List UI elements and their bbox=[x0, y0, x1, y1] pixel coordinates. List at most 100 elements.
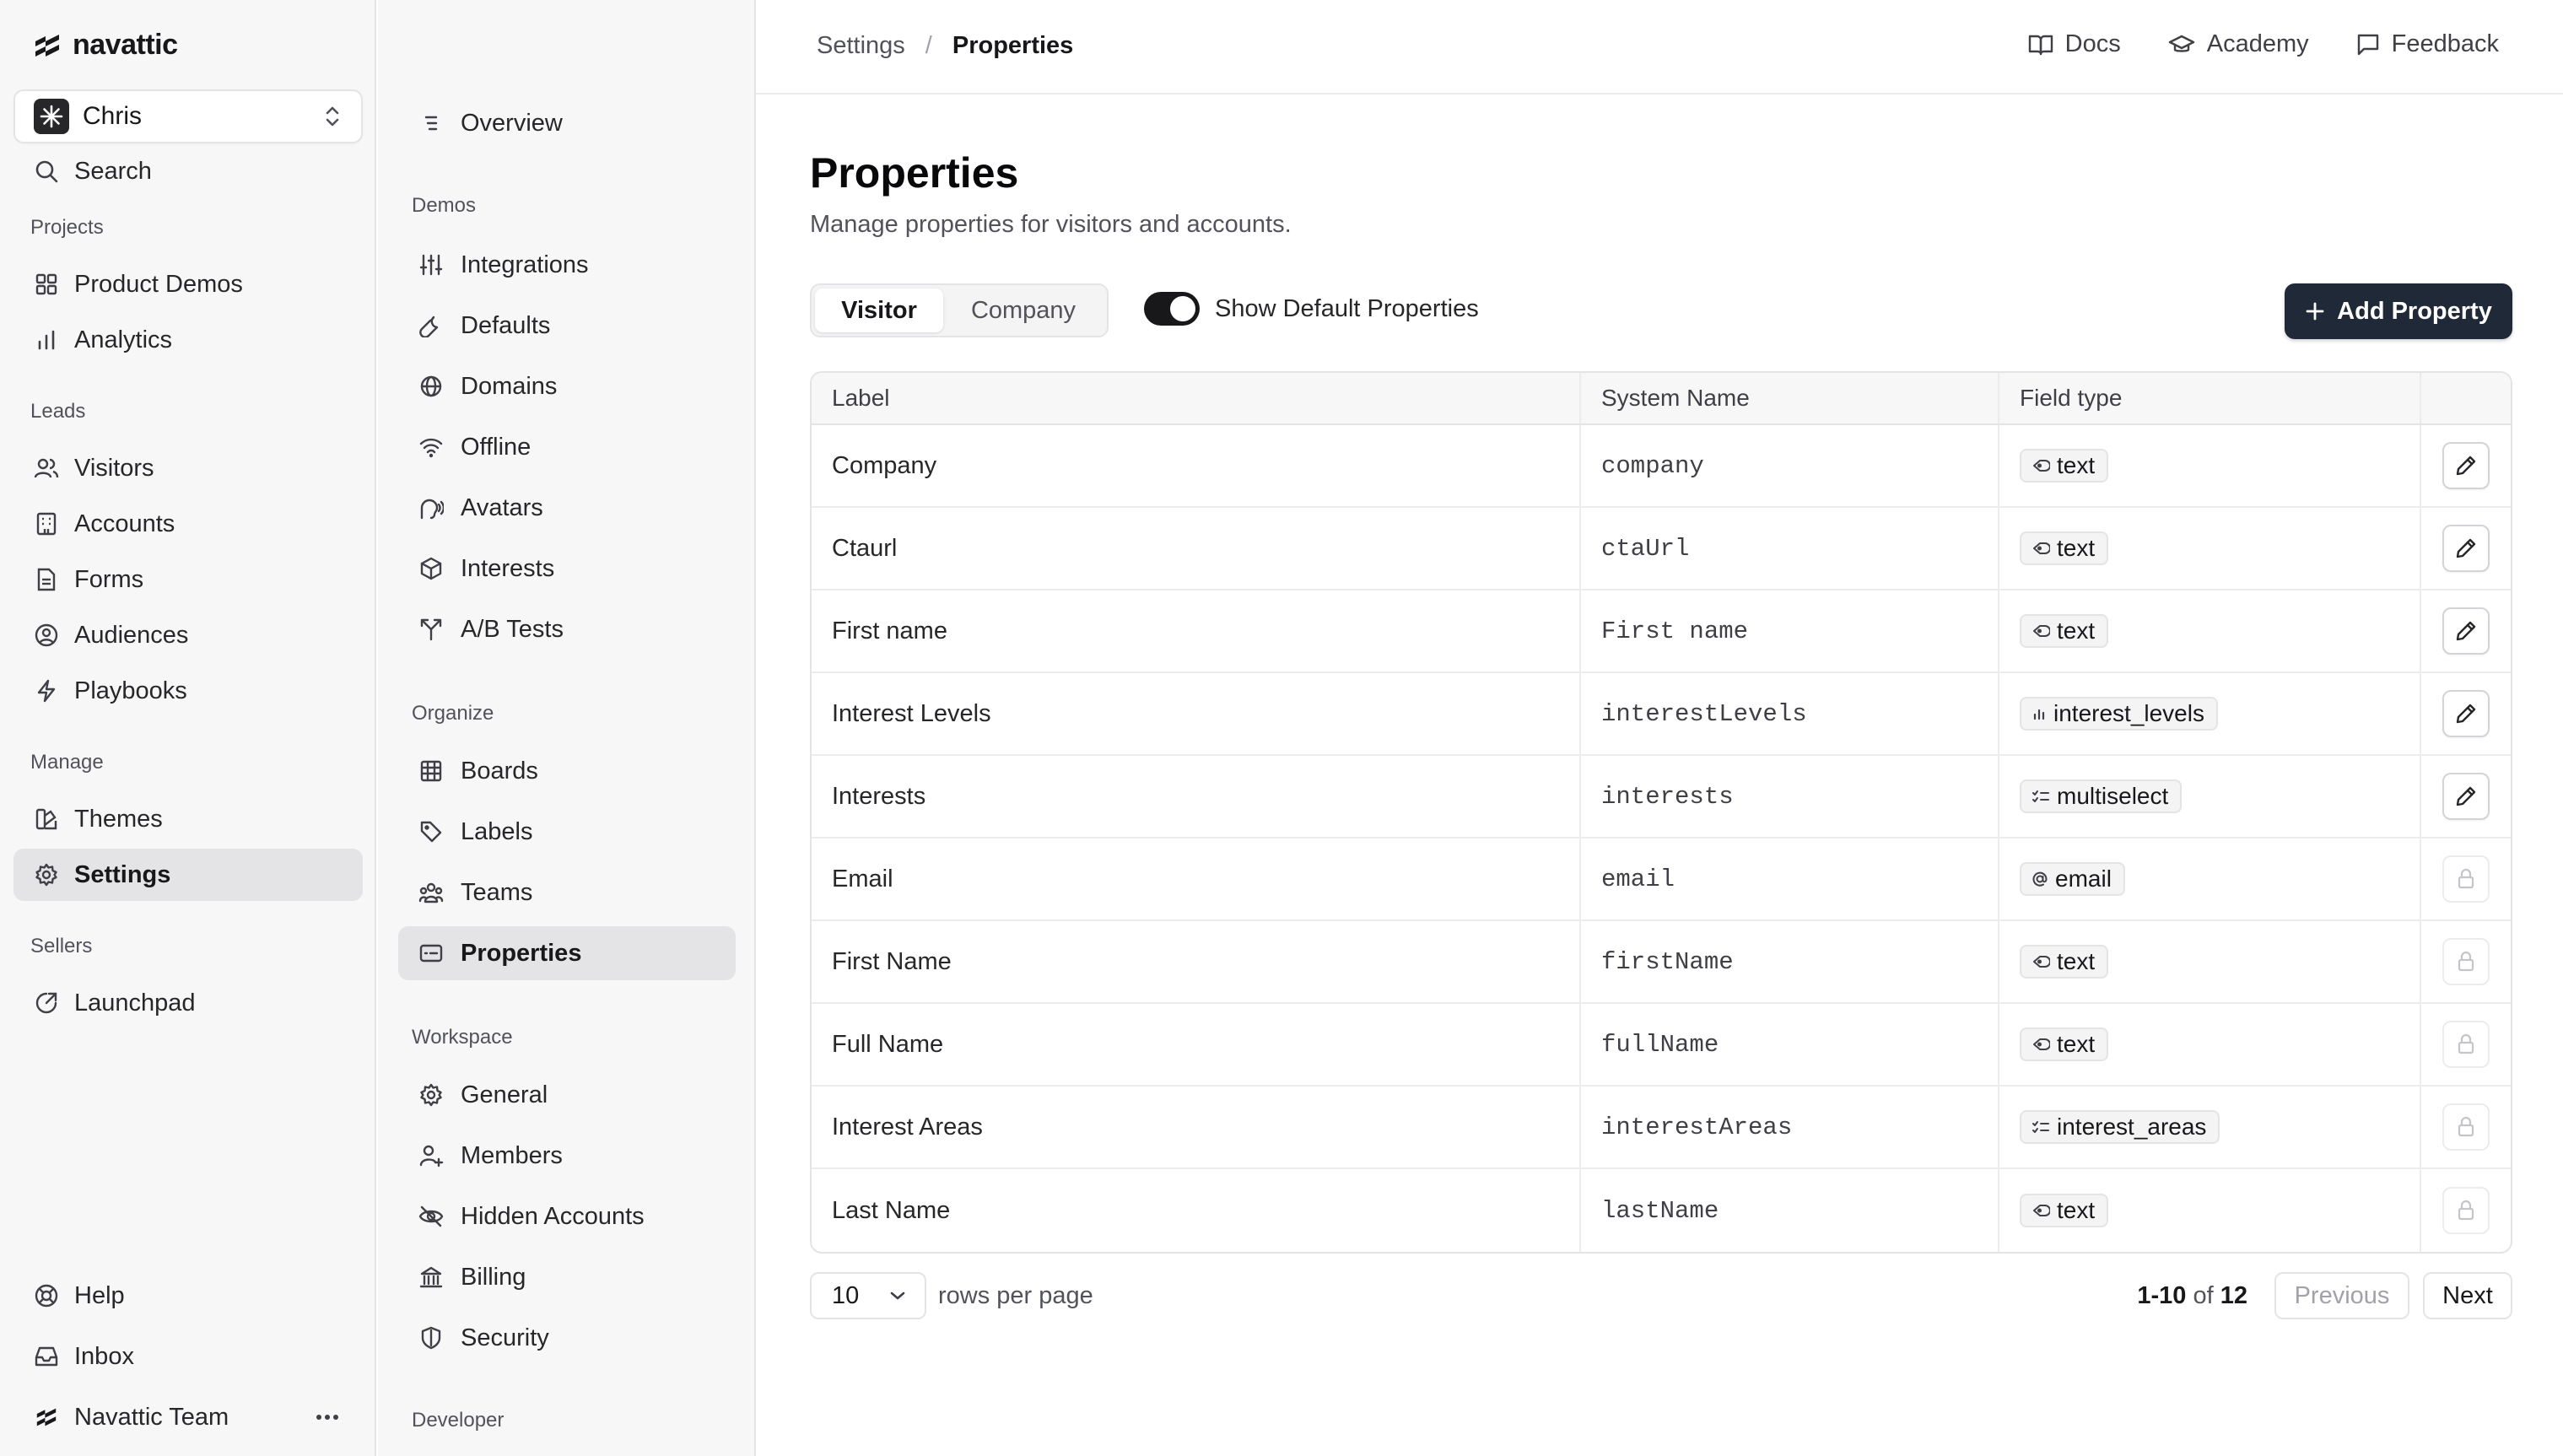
field-type-text: multiselect bbox=[2057, 783, 2169, 809]
navattic-team-icon bbox=[34, 1405, 59, 1430]
logo[interactable]: navattic bbox=[34, 29, 178, 62]
user-name: Chris bbox=[83, 102, 143, 130]
rows-per-page-label: rows per page bbox=[938, 1281, 1093, 1309]
table-grid-icon bbox=[418, 758, 444, 784]
top-links: Docs Academy Feedback bbox=[2028, 30, 2499, 58]
sidebar-item-team[interactable]: Navattic Team bbox=[13, 1392, 363, 1443]
sidebar-item-visitors[interactable]: Visitors bbox=[13, 442, 363, 494]
field-type-text: text bbox=[2057, 617, 2096, 644]
settings-item-label: Labels bbox=[461, 817, 533, 845]
sidebar-item-analytics[interactable]: Analytics bbox=[13, 314, 363, 366]
field-type-text: interest_areas bbox=[2057, 1114, 2207, 1140]
cell-actions bbox=[2421, 508, 2511, 589]
settings-item-teams[interactable]: Teams bbox=[398, 866, 736, 919]
settings-item-defaults[interactable]: Defaults bbox=[398, 299, 736, 353]
settings-item-label: Members bbox=[461, 1141, 563, 1169]
sidebar-item-forms[interactable]: Forms bbox=[13, 553, 363, 606]
cell-field-type: interest_levels bbox=[1999, 673, 2421, 754]
field-type-badge: email bbox=[2020, 862, 2125, 896]
cell-system-name: firstName bbox=[1581, 921, 1999, 1002]
cell-label: First Name bbox=[812, 921, 1581, 1002]
settings-item-security[interactable]: Security bbox=[398, 1311, 736, 1365]
table-row: Interest Areas interestAreas interest_ar… bbox=[812, 1087, 2511, 1169]
cell-system-name: email bbox=[1581, 839, 1999, 919]
app-sidebar: navattic Chris Search Projects Product D… bbox=[0, 0, 376, 1456]
settings-item-domains[interactable]: Domains bbox=[398, 359, 736, 413]
settings-section-organize: Organize bbox=[412, 702, 494, 725]
edit-property-button[interactable] bbox=[2442, 525, 2490, 572]
show-default-properties-toggle[interactable] bbox=[1144, 292, 1200, 326]
tab-company[interactable]: Company bbox=[943, 289, 1103, 332]
settings-item-labels[interactable]: Labels bbox=[398, 805, 736, 859]
cell-system-name: interestLevels bbox=[1581, 673, 1999, 754]
column-header-actions bbox=[2421, 373, 2511, 423]
settings-item-billing[interactable]: Billing bbox=[398, 1250, 736, 1304]
add-property-button[interactable]: Add Property bbox=[2285, 283, 2512, 339]
settings-item-properties[interactable]: Properties bbox=[398, 926, 736, 980]
table-row: Full Name fullName text bbox=[812, 1004, 2511, 1087]
settings-item-integrations[interactable]: Integrations bbox=[398, 238, 736, 292]
table-row: Email email email bbox=[812, 839, 2511, 921]
pagination: 1-10 of 12 Previous Next bbox=[2137, 1272, 2512, 1319]
settings-section-demos: Demos bbox=[412, 194, 477, 217]
sidebar-item-search[interactable]: Search bbox=[13, 145, 363, 197]
edit-property-button[interactable] bbox=[2442, 773, 2490, 820]
tab-visitor[interactable]: Visitor bbox=[815, 289, 943, 332]
cell-label: Full Name bbox=[812, 1004, 1581, 1085]
feedback-label: Feedback bbox=[2391, 30, 2499, 57]
settings-item-overview[interactable]: Overview bbox=[398, 96, 736, 150]
system-name-text: First name bbox=[1601, 617, 1749, 645]
edit-property-button[interactable] bbox=[2442, 607, 2490, 655]
previous-button[interactable]: Previous bbox=[2274, 1272, 2409, 1319]
team-name: Navattic Team bbox=[74, 1403, 229, 1431]
edit-property-button[interactable] bbox=[2442, 690, 2490, 737]
page-subtitle: Manage properties for visitors and accou… bbox=[810, 211, 1292, 238]
settings-item-offline[interactable]: Offline bbox=[398, 420, 736, 474]
breadcrumb: Settings / Properties bbox=[817, 32, 1073, 60]
settings-item-avatars[interactable]: Avatars bbox=[398, 481, 736, 535]
feedback-link[interactable]: Feedback bbox=[2356, 30, 2499, 58]
next-button[interactable]: Next bbox=[2423, 1272, 2512, 1319]
sidebar-item-audiences[interactable]: Audiences bbox=[13, 609, 363, 661]
plus-icon bbox=[2305, 301, 2325, 321]
academy-link[interactable]: Academy bbox=[2168, 30, 2309, 58]
sidebar-item-launchpad[interactable]: Launchpad bbox=[13, 977, 363, 1029]
sidebar-item-help[interactable]: Help bbox=[13, 1270, 363, 1321]
table-row: First Name firstName text bbox=[812, 921, 2511, 1004]
bank-icon bbox=[418, 1265, 444, 1290]
lock-icon bbox=[2456, 868, 2476, 890]
settings-item-general[interactable]: General bbox=[398, 1068, 736, 1122]
settings-item-interests[interactable]: Interests bbox=[398, 542, 736, 596]
shield-icon bbox=[418, 1325, 444, 1351]
document-icon bbox=[34, 567, 59, 592]
field-type-text: text bbox=[2057, 948, 2096, 974]
breadcrumb-settings[interactable]: Settings bbox=[817, 32, 905, 60]
cell-label: Last Name bbox=[812, 1169, 1581, 1252]
bar-chart-icon bbox=[34, 327, 59, 353]
settings-item-boards[interactable]: Boards bbox=[398, 744, 736, 798]
more-horizontal-icon[interactable] bbox=[316, 1414, 339, 1421]
gear-icon bbox=[34, 862, 59, 887]
sidebar-item-playbooks[interactable]: Playbooks bbox=[13, 665, 363, 717]
sidebar-item-accounts[interactable]: Accounts bbox=[13, 498, 363, 550]
sidebar-item-inbox[interactable]: Inbox bbox=[13, 1331, 363, 1382]
settings-item-hidden-accounts[interactable]: Hidden Accounts bbox=[398, 1189, 736, 1243]
page-title: Properties bbox=[810, 149, 1019, 197]
system-name-text: ctaUrl bbox=[1601, 534, 1690, 563]
docs-link[interactable]: Docs bbox=[2028, 30, 2121, 58]
sidebar-item-product-demos[interactable]: Product Demos bbox=[13, 258, 363, 310]
field-type-text: text bbox=[2057, 1197, 2096, 1223]
table-row: Company company text bbox=[812, 425, 2511, 508]
edit-property-button[interactable] bbox=[2442, 442, 2490, 489]
pencil-icon bbox=[2455, 785, 2477, 807]
sidebar-item-themes[interactable]: Themes bbox=[13, 793, 363, 845]
rows-per-page-select[interactable]: 10 bbox=[810, 1272, 926, 1319]
field-type-badge: interest_levels bbox=[2020, 697, 2218, 731]
settings-item-a-b-tests[interactable]: A/B Tests bbox=[398, 602, 736, 656]
workspace-user-switcher[interactable]: Chris bbox=[13, 89, 363, 143]
sidebar-item-settings[interactable]: Settings bbox=[13, 849, 363, 901]
settings-section-developer: Developer bbox=[412, 1409, 505, 1432]
settings-item-members[interactable]: Members bbox=[398, 1129, 736, 1183]
column-header-label: Label bbox=[812, 373, 1581, 423]
field-type-text: text bbox=[2057, 535, 2096, 561]
